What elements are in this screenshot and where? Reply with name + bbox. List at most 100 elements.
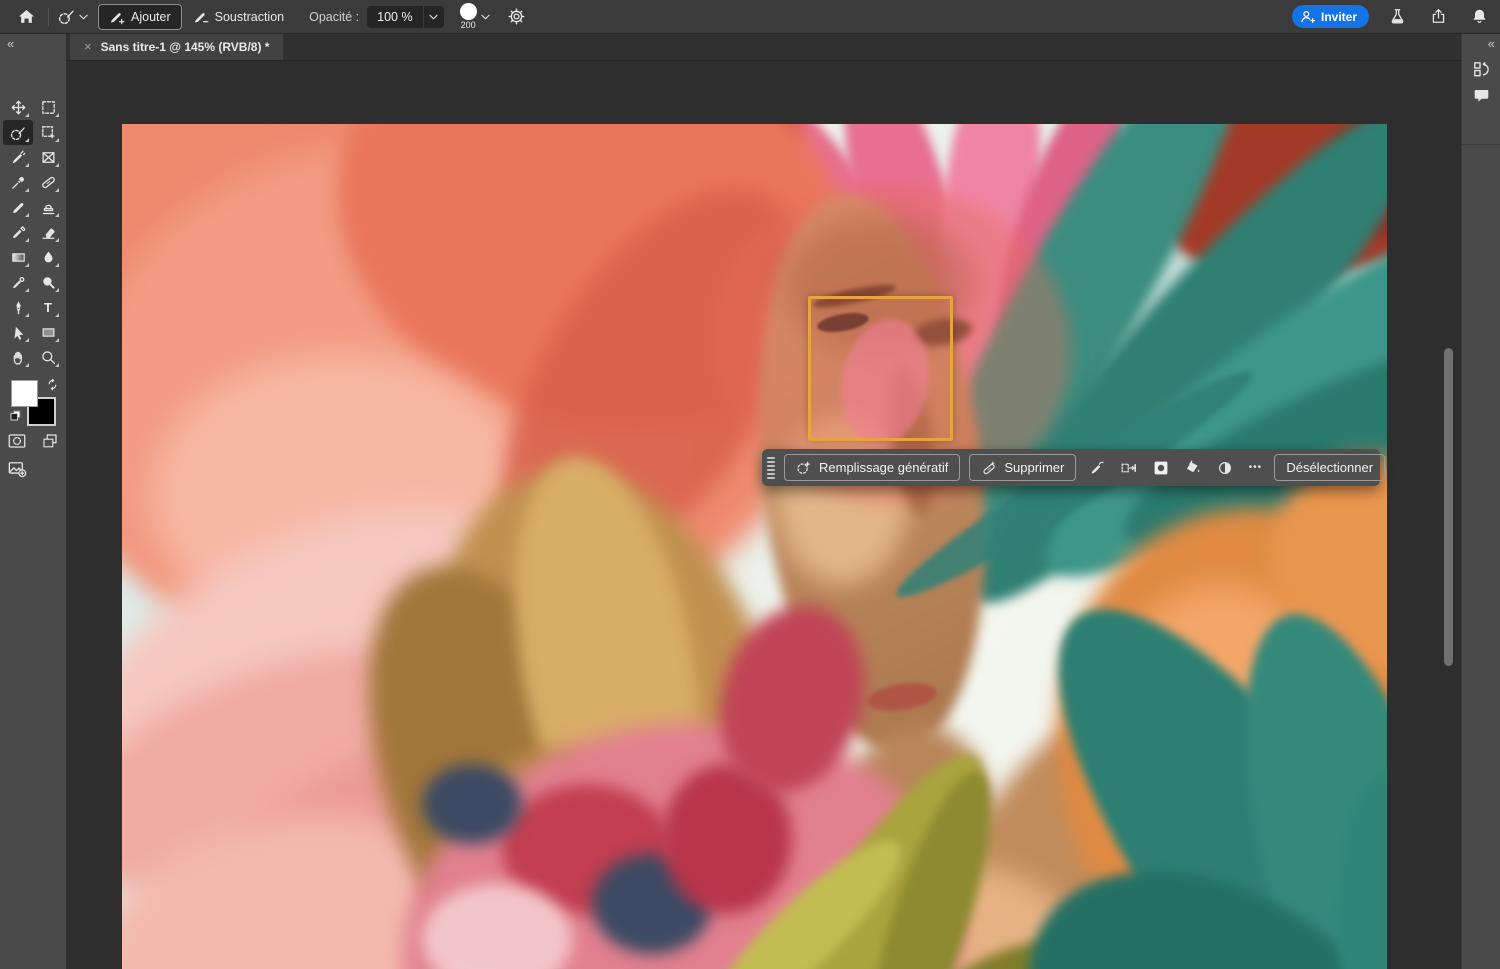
tool-gradient[interactable] xyxy=(3,245,33,270)
home-icon xyxy=(18,8,35,25)
tool-smudge[interactable] xyxy=(3,270,33,295)
adjustment-button[interactable] xyxy=(1210,454,1240,481)
generative-fill-icon xyxy=(796,460,812,476)
bell-icon xyxy=(1471,8,1488,25)
healing-sparkle-icon xyxy=(981,460,997,476)
tool-zoom[interactable] xyxy=(33,345,63,370)
create-mask-button[interactable] xyxy=(1146,454,1176,481)
brush-size-preview xyxy=(460,3,477,20)
fill-selection-button[interactable] xyxy=(1178,454,1208,481)
tool-crop[interactable] xyxy=(33,145,63,170)
opacity-value: 100 % xyxy=(367,10,422,24)
tool-clone-stamp[interactable] xyxy=(33,195,63,220)
tool-eyedropper[interactable] xyxy=(3,170,33,195)
tool-shape[interactable] xyxy=(33,320,63,345)
document-image xyxy=(122,124,1387,969)
color-swatches xyxy=(11,380,57,430)
collapse-toolbar-icon[interactable]: « xyxy=(7,36,12,51)
generative-fill-label: Remplissage génératif xyxy=(819,460,948,475)
tool-type[interactable]: T xyxy=(33,295,63,320)
topbar-right-cluster: Inviter xyxy=(1292,4,1500,30)
document-tab-title: Sans titre-1 @ 145% (RVB/8) * xyxy=(101,40,270,54)
more-options-icon: ••• xyxy=(1249,462,1263,473)
document-tabbar: × Sans titre-1 @ 145% (RVB/8) * xyxy=(66,33,1461,61)
tool-selection-brush[interactable] xyxy=(3,120,33,145)
comments-button[interactable] xyxy=(1462,87,1500,104)
photoshop-app: Ajouter Soustraction Opacité : 100 % 200 xyxy=(0,0,1500,969)
transform-selection-button[interactable] xyxy=(1114,454,1144,481)
version-history-button[interactable] xyxy=(1462,61,1500,78)
tool-mixer-brush[interactable] xyxy=(3,220,33,245)
opacity-dropdown[interactable]: 100 % xyxy=(367,6,443,28)
add-mode-label: Ajouter xyxy=(131,10,171,24)
tool-move[interactable] xyxy=(3,95,33,120)
document-tab[interactable]: × Sans titre-1 @ 145% (RVB/8) * xyxy=(70,33,283,60)
contextual-taskbar: Remplissage génératif Supprimer xyxy=(762,449,1380,486)
tool-direct-select[interactable] xyxy=(3,320,33,345)
foreground-color-swatch[interactable] xyxy=(11,380,38,407)
current-tool-button[interactable] xyxy=(58,4,88,30)
remove-button[interactable]: Supprimer xyxy=(969,454,1076,481)
swap-colors-icon[interactable] xyxy=(46,378,59,391)
opacity-label: Opacité : xyxy=(309,10,359,24)
selection-brush-icon xyxy=(58,8,75,25)
tool-eraser[interactable] xyxy=(33,220,63,245)
version-history-icon xyxy=(1473,61,1490,78)
tool-settings-button[interactable] xyxy=(504,4,530,30)
add-mode-button[interactable]: Ajouter xyxy=(98,4,182,30)
generative-fill-button[interactable]: Remplissage génératif xyxy=(784,454,960,481)
brush-minus-icon xyxy=(193,9,209,25)
brush-size-value: 200 xyxy=(461,21,476,30)
chevron-down-icon xyxy=(481,14,490,20)
brush-plus-icon xyxy=(109,9,125,25)
invite-label: Inviter xyxy=(1321,10,1357,24)
flask-icon xyxy=(1389,8,1406,25)
invite-button[interactable]: Inviter xyxy=(1292,5,1369,28)
brush-size-control[interactable]: 200 xyxy=(460,3,490,30)
tool-grid: T ••• xyxy=(3,95,63,395)
feather-mask-icon[interactable] xyxy=(8,433,26,449)
beta-features-button[interactable] xyxy=(1384,4,1410,30)
tool-marquee-select[interactable] xyxy=(33,95,63,120)
remove-label: Supprimer xyxy=(1004,460,1064,475)
tool-spot-healing[interactable] xyxy=(33,170,63,195)
canvas-area[interactable]: Remplissage génératif Supprimer xyxy=(66,60,1461,969)
comment-icon xyxy=(1473,87,1490,104)
taskbar-drag-handle[interactable] xyxy=(767,457,775,479)
vertical-scrollbar[interactable] xyxy=(1444,348,1453,666)
tool-object-selection[interactable] xyxy=(33,120,63,145)
workspace: × Sans titre-1 @ 145% (RVB/8) * xyxy=(66,33,1461,969)
options-bar: Ajouter Soustraction Opacité : 100 % 200 xyxy=(0,0,1500,34)
share-button[interactable] xyxy=(1425,4,1451,30)
tool-blur[interactable] xyxy=(33,245,63,270)
left-toolbar: « T ••• xyxy=(0,33,66,969)
close-tab-icon[interactable]: × xyxy=(84,39,92,54)
home-button[interactable] xyxy=(13,4,39,30)
tool-pen[interactable] xyxy=(3,295,33,320)
chevron-down-icon xyxy=(79,14,88,20)
import-image-button[interactable] xyxy=(8,460,27,478)
gear-icon xyxy=(508,8,525,25)
divider xyxy=(48,8,49,26)
tool-hand[interactable] xyxy=(3,345,33,370)
right-panel: « xyxy=(1461,33,1500,969)
type-tool-letter: T xyxy=(44,301,52,314)
collapse-panel-icon[interactable]: « xyxy=(1488,36,1493,51)
subtract-mode-button[interactable]: Soustraction xyxy=(182,4,295,30)
taskbar-more-button[interactable]: ••• xyxy=(1242,454,1268,481)
tool-quick-selection[interactable] xyxy=(3,145,33,170)
tool-dodge[interactable] xyxy=(33,270,63,295)
selection-rectangle[interactable] xyxy=(808,296,953,441)
taskbar-icon-group: ••• xyxy=(1082,454,1268,481)
chevron-down-icon xyxy=(424,14,444,20)
duplicate-icon[interactable] xyxy=(42,433,58,449)
refine-selection-button[interactable] xyxy=(1082,454,1112,481)
divider xyxy=(1462,144,1500,145)
tool-brush[interactable] xyxy=(3,195,33,220)
deselect-button[interactable]: Désélectionner xyxy=(1274,454,1385,481)
notifications-button[interactable] xyxy=(1466,4,1492,30)
image-plus-icon xyxy=(8,460,27,478)
default-colors-icon[interactable] xyxy=(10,410,22,422)
share-icon xyxy=(1430,8,1447,25)
person-plus-icon xyxy=(1300,9,1315,24)
